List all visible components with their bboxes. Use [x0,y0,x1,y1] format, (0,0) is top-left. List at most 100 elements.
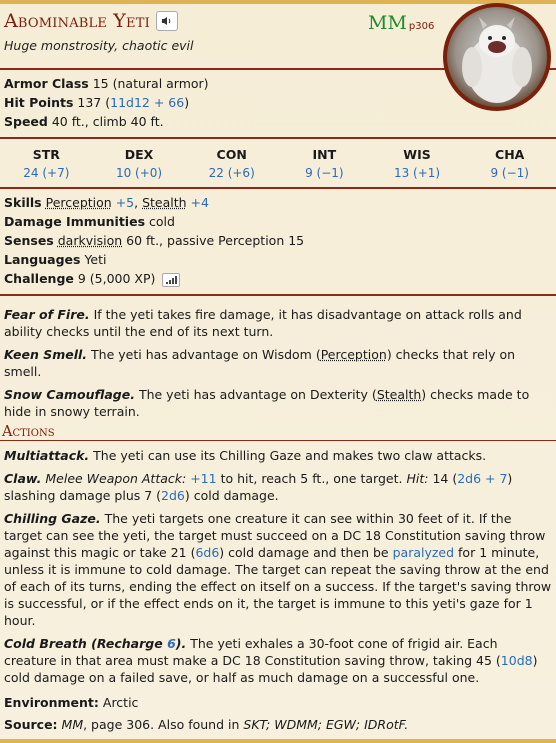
ability-value[interactable]: 24 (+7) [0,164,93,183]
trait-text: The yeti has advantage on Dexterity ( [138,387,377,402]
trait-keen-smell: Keen Smell. The yeti has advantage on Wi… [0,346,556,380]
senses-line: Senses darkvision 60 ft., passive Percep… [4,231,552,250]
action-text: 14 ( [432,471,458,486]
ability-dex: DEX 10 (+0) [93,145,186,183]
source-label: Source: [4,717,58,732]
ability-value[interactable]: 13 (+1) [371,164,464,183]
ability-value[interactable]: 9 (−1) [278,164,371,183]
attack-roll[interactable]: +11 [190,471,216,486]
damage-roll[interactable]: 6d6 [195,545,219,560]
statblock-card: Abominable Yeti MM p306 Huge monstrosity… [0,0,556,743]
trait-name: Fear of Fire. [4,307,90,322]
statblock-header: Abominable Yeti MM p306 Huge monstrosity… [0,3,556,111]
action-multiattack: Multiattack. The yeti can use its Chilli… [0,447,556,464]
action-claw: Claw. Melee Weapon Attack: +11 to hit, r… [0,470,556,504]
languages-label: Languages [4,252,81,267]
speed-label: Speed [4,114,48,129]
divider [0,294,556,296]
ability-int: INT 9 (−1) [278,145,371,183]
environment-line: Environment: Arctic [0,694,556,711]
ability-name: STR [32,147,60,162]
ability-name: CON [216,147,247,162]
speaker-icon[interactable] [155,11,178,31]
ability-value[interactable]: 10 (+0) [93,164,186,183]
action-name: Chilling Gaze. [4,511,101,526]
ability-value[interactable]: 9 (−1) [463,164,556,183]
ability-str: STR 24 (+7) [0,145,93,183]
source-text: , page 306. Also found in [83,717,240,732]
ability-cha: CHA 9 (−1) [463,145,556,183]
senses-label: Senses [4,233,54,248]
ability-wis: WIS 13 (+1) [371,145,464,183]
also-found-in[interactable]: SKT; WDMM; EGW; IDRotF. [243,717,408,732]
ability-name: CHA [495,147,525,162]
languages-line: Languages Yeti [4,250,552,269]
skill-link[interactable]: Perception [46,195,112,210]
trait-fear-of-fire: Fear of Fire. If the yeti takes fire dam… [0,306,556,340]
challenge-line: Challenge 9 (5,000 XP) [4,269,552,288]
traits-section: Fear of Fire. If the yeti takes fire dam… [0,306,556,420]
monster-name: Abominable Yeti [4,10,150,32]
senses-value: 60 ft., passive Perception 15 [126,233,305,248]
challenge-label: Challenge [4,271,74,286]
trait-name: Snow Camouflage. [4,387,135,402]
damage-roll[interactable]: 2d6 + 7 [457,471,507,486]
action-name-text: Cold Breath (Recharge [4,636,163,651]
damage-roll[interactable]: 10d8 [501,653,533,668]
action-name-text: ). [175,636,187,651]
action-text: to hit, reach 5 ft., one target. [220,471,403,486]
dmg-imm-label: Damage Immunities [4,214,146,229]
ac-value: 15 (natural armor) [92,76,209,91]
skill-roll[interactable]: +4 [191,195,209,210]
hp-value: 137 [77,95,102,110]
challenge-value: 9 (5,000 XP) [77,271,156,286]
skill-link[interactable]: Stealth [377,387,421,402]
hp-label: Hit Points [4,95,74,110]
source-book[interactable]: MM [62,717,84,732]
condition-link[interactable]: paralyzed [393,545,454,560]
action-text: ) cold damage and then be [219,545,389,560]
action-name: Multiattack. [4,448,90,463]
ability-scores: STR 24 (+7) DEX 10 (+0) CON 22 (+6) INT 9 (−… [0,139,556,187]
skills-line: Skills Perception +5, Stealth +4 [4,195,209,210]
action-name: Cold Breath (Recharge 6). [4,636,186,651]
actions-heading: Actions [0,424,556,441]
action-text: The yeti can use its Chilling Gaze and m… [93,448,487,463]
env-value: Arctic [102,695,139,710]
source-tag[interactable]: MM p306 [368,12,434,34]
action-cold-breath: Cold Breath (Recharge 6). The yeti exhal… [0,635,556,686]
speed-line: Speed 40 ft., climb 40 ft. [4,112,552,131]
monster-token-image[interactable] [443,3,551,111]
source-page: p306 [408,21,435,32]
ac-label: Armor Class [4,76,89,91]
skill-link[interactable]: Perception [321,347,387,362]
languages-value: Yeti [84,252,107,267]
env-label: Environment: [4,695,99,710]
damage-immunities-line: Damage Immunities cold [4,212,552,231]
dmg-imm-value: cold [149,214,175,229]
source-line: Source: MM, page 306. Also found in SKT;… [0,716,556,733]
ability-value[interactable]: 22 (+6) [185,164,278,183]
skill-link[interactable]: Stealth [142,195,186,210]
trait-name: Keen Smell. [4,347,88,362]
ability-name: WIS [403,147,431,162]
skill-roll[interactable]: +5 [116,195,134,210]
bar-chart-icon[interactable] [162,272,181,287]
actions-section: Multiattack. The yeti can use its Chilli… [0,447,556,686]
action-text: ) cold damage. [184,488,279,503]
yeti-portrait-icon [462,17,532,103]
action-name: Claw. [4,471,42,486]
hp-roll[interactable]: 11d12 + 66 [110,95,184,110]
recharge-roll[interactable]: 6 [167,636,176,651]
ability-con: CON 22 (+6) [185,145,278,183]
damage-roll[interactable]: 2d6 [161,488,185,503]
ability-name: DEX [124,147,154,162]
attack-type: Melee Weapon Attack: [45,471,187,486]
speed-value: 40 ft., climb 40 ft. [51,114,164,129]
darkvision-link[interactable]: darkvision [58,233,122,248]
details-block: Skills Perception +5, Stealth +4 Damage … [0,189,556,294]
trait-text: The yeti has advantage on Wisdom ( [91,347,321,362]
trait-snow-camouflage: Snow Camouflage. The yeti has advantage … [0,386,556,420]
skills-label: Skills [4,195,42,210]
source-abbr[interactable]: MM [368,12,407,34]
